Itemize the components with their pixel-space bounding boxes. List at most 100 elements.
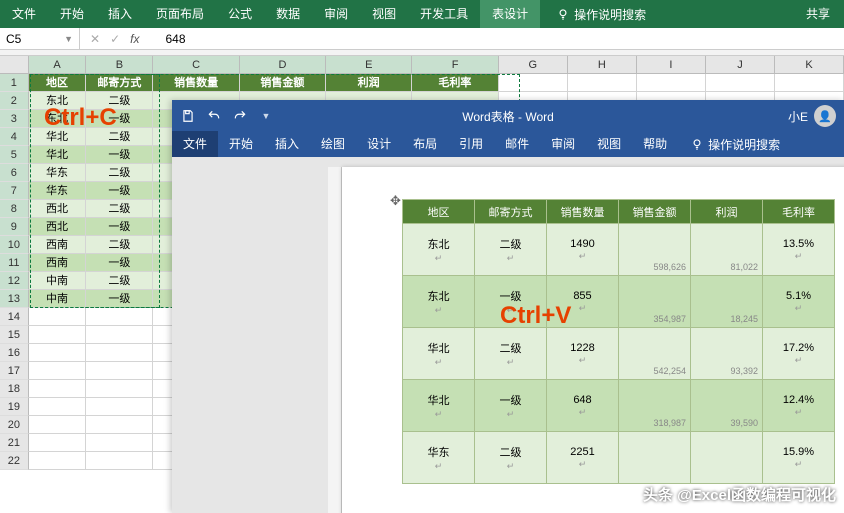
word-tab-file[interactable]: 文件 (172, 131, 218, 157)
cell[interactable]: 西北 (29, 218, 87, 236)
word-tab-draw[interactable]: 绘图 (310, 131, 356, 157)
cell[interactable] (86, 344, 153, 362)
word-user-area[interactable]: 小E 👤 (780, 105, 844, 127)
cell[interactable]: 销售数量 (153, 74, 239, 92)
word-table-cell[interactable]: 二级↵ (475, 224, 547, 276)
cell[interactable] (775, 74, 844, 92)
row-header[interactable]: 13 (0, 290, 29, 308)
qat-dropdown-icon[interactable]: ▼ (258, 108, 274, 124)
word-table-cell[interactable]: 东北↵ (403, 276, 475, 328)
cell[interactable] (86, 416, 153, 434)
col-header-A[interactable]: A (29, 56, 87, 73)
cell[interactable]: 西北 (29, 200, 87, 218)
cell[interactable] (29, 416, 87, 434)
word-table-cell[interactable]: 一级↵ (475, 380, 547, 432)
tab-pagelayout[interactable]: 页面布局 (144, 0, 216, 28)
cell[interactable]: 东北 (29, 110, 87, 128)
word-tab-design[interactable]: 设计 (356, 131, 402, 157)
word-table-row[interactable]: 华北↵一级↵648↵318,98739,59012.4%↵ (403, 380, 835, 432)
row-header[interactable]: 8 (0, 200, 29, 218)
cell[interactable] (29, 344, 87, 362)
row-header[interactable]: 3 (0, 110, 29, 128)
word-table-cell[interactable]: 39,590 (691, 380, 763, 432)
word-tab-home[interactable]: 开始 (218, 131, 264, 157)
cell[interactable]: 二级 (86, 236, 153, 254)
cell[interactable]: 一级 (86, 218, 153, 236)
col-header-I[interactable]: I (637, 56, 706, 73)
formula-input[interactable]: 648 (149, 32, 185, 46)
word-tab-view[interactable]: 视图 (586, 131, 632, 157)
word-table-cell[interactable] (619, 432, 691, 484)
word-tab-review[interactable]: 审阅 (540, 131, 586, 157)
tab-formulas[interactable]: 公式 (216, 0, 264, 28)
cell[interactable] (29, 362, 87, 380)
cell[interactable]: 华北 (29, 146, 87, 164)
word-table-cell[interactable] (691, 432, 763, 484)
col-header-K[interactable]: K (775, 56, 844, 73)
tab-file[interactable]: 文件 (0, 0, 48, 28)
row-header[interactable]: 17 (0, 362, 29, 380)
row-header[interactable]: 2 (0, 92, 29, 110)
word-table-cell[interactable]: 598,626 (619, 224, 691, 276)
word-table-cell[interactable]: 354,987 (619, 276, 691, 328)
table-anchor-handle-icon[interactable]: ✥ (390, 193, 401, 209)
enter-icon[interactable]: ✓ (110, 32, 120, 46)
cell[interactable]: 华北 (29, 128, 87, 146)
col-header-D[interactable]: D (240, 56, 326, 73)
cell[interactable]: 二级 (86, 128, 153, 146)
cell[interactable] (29, 452, 87, 470)
cell[interactable] (86, 380, 153, 398)
redo-icon[interactable] (232, 108, 248, 124)
word-table-cell[interactable]: 13.5%↵ (763, 224, 835, 276)
tab-view[interactable]: 视图 (360, 0, 408, 28)
cell[interactable]: 地区 (29, 74, 87, 92)
cell[interactable] (29, 398, 87, 416)
word-table-row[interactable]: 东北↵二级↵1490↵598,62681,02213.5%↵ (403, 224, 835, 276)
tab-home[interactable]: 开始 (48, 0, 96, 28)
row-header[interactable]: 11 (0, 254, 29, 272)
cell[interactable]: 华东 (29, 164, 87, 182)
word-table-cell[interactable]: 2251↵ (547, 432, 619, 484)
word-table-cell[interactable]: 542,254 (619, 328, 691, 380)
select-all-corner[interactable] (0, 56, 29, 73)
cell[interactable]: 西南 (29, 254, 87, 272)
row-header[interactable]: 16 (0, 344, 29, 362)
cell[interactable] (86, 398, 153, 416)
word-table-cell[interactable]: 二级↵ (475, 328, 547, 380)
word-table-cell[interactable]: 18,245 (691, 276, 763, 328)
word-table[interactable]: 地区 邮寄方式 销售数量 销售金额 利润 毛利率 东北↵二级↵1490↵598,… (402, 199, 835, 484)
cell[interactable]: 毛利率 (412, 74, 498, 92)
cell[interactable]: 利润 (326, 74, 412, 92)
fx-icon[interactable]: fx (130, 32, 139, 46)
cell[interactable]: 二级 (86, 92, 153, 110)
word-table-cell[interactable]: 318,987 (619, 380, 691, 432)
name-box[interactable]: C5 ▼ (0, 28, 80, 50)
share-button[interactable]: 共享 (792, 0, 844, 28)
word-table-cell[interactable]: 1490↵ (547, 224, 619, 276)
col-header-C[interactable]: C (153, 56, 239, 73)
tell-me-search[interactable]: 操作说明搜索 (548, 6, 654, 23)
cell[interactable]: 中南 (29, 290, 87, 308)
row-header[interactable]: 20 (0, 416, 29, 434)
cell[interactable]: 一级 (86, 146, 153, 164)
row-header[interactable]: 12 (0, 272, 29, 290)
row-header[interactable]: 9 (0, 218, 29, 236)
word-table-cell[interactable]: 648↵ (547, 380, 619, 432)
col-header-G[interactable]: G (499, 56, 568, 73)
word-table-row[interactable]: 华东↵二级↵2251↵15.9%↵ (403, 432, 835, 484)
word-tab-mailings[interactable]: 邮件 (494, 131, 540, 157)
word-table-cell[interactable]: 15.9%↵ (763, 432, 835, 484)
cell[interactable]: 东北 (29, 92, 87, 110)
word-table-cell[interactable]: 855↵ (547, 276, 619, 328)
col-header-J[interactable]: J (706, 56, 775, 73)
word-tab-help[interactable]: 帮助 (632, 131, 678, 157)
row-header[interactable]: 14 (0, 308, 29, 326)
col-header-E[interactable]: E (326, 56, 412, 73)
cell[interactable]: 二级 (86, 272, 153, 290)
col-header-B[interactable]: B (86, 56, 153, 73)
cell[interactable] (29, 308, 87, 326)
word-table-cell[interactable]: 一级↵ (475, 276, 547, 328)
row-header[interactable]: 6 (0, 164, 29, 182)
cell[interactable]: 销售金额 (240, 74, 326, 92)
tab-developer[interactable]: 开发工具 (408, 0, 480, 28)
